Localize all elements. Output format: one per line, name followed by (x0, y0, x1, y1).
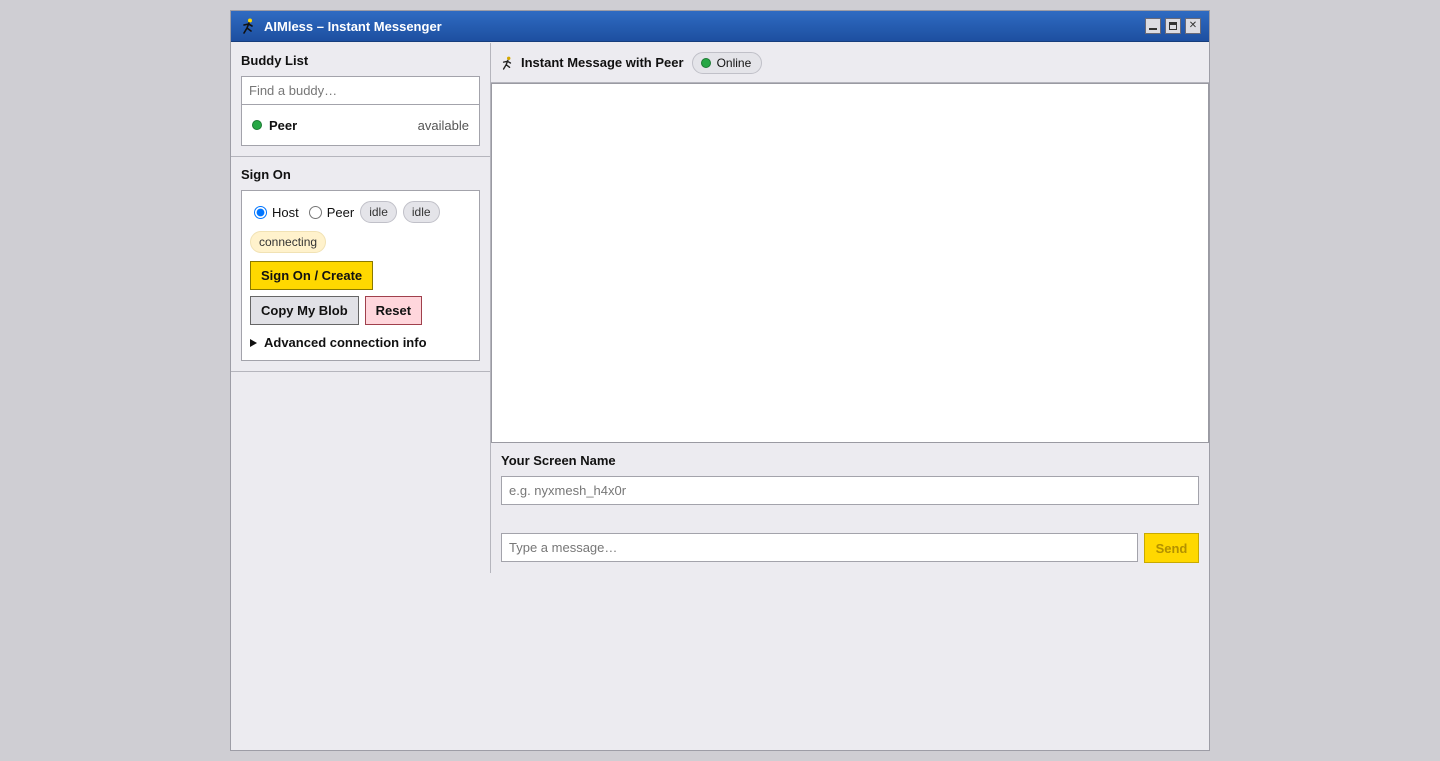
close-icon[interactable]: ✕ (1185, 18, 1201, 34)
role-host-label: Host (272, 204, 299, 220)
buddy-list: Peer available (241, 105, 480, 146)
sign-on-button[interactable]: Sign On / Create (250, 261, 374, 290)
chat-panel: Instant Message with Peer Online Your Sc… (491, 43, 1209, 573)
buddy-list-heading: Buddy List (241, 53, 309, 68)
online-status-icon (252, 120, 262, 130)
chat-header: Instant Message with Peer Online (491, 43, 1209, 83)
message-input[interactable] (501, 533, 1138, 562)
sign-on-heading: Sign On (241, 167, 291, 182)
buddy-item-peer[interactable]: Peer available (242, 105, 479, 145)
status-badge: idle (402, 201, 440, 223)
buddy-status: available (417, 117, 469, 133)
sidebar: Buddy List Peer available Sign On (231, 43, 491, 573)
title-bar[interactable]: AIMless – Instant Messenger ✕ (231, 11, 1209, 42)
advanced-connection-label: Advanced connection info (264, 335, 427, 350)
presence-badge: Online (691, 51, 763, 74)
running-man-icon (501, 56, 513, 70)
advanced-connection-toggle[interactable]: Advanced connection info (250, 335, 471, 350)
role-peer-label: Peer (326, 204, 355, 220)
role-peer-radio[interactable] (308, 205, 322, 219)
window-controls: ✕ (1145, 18, 1201, 34)
status-badge: idle (360, 201, 397, 223)
minimize-icon[interactable] (1145, 18, 1161, 34)
presence-label: Online (716, 55, 752, 70)
sign-on-row: Sign On / Create (250, 261, 471, 290)
buddy-search-input[interactable] (241, 76, 480, 105)
action-row: Copy My Blob Reset (250, 296, 471, 325)
role-row: Host Peer idle idle (254, 201, 471, 223)
online-status-icon (700, 57, 711, 68)
running-man-logo-icon (241, 18, 255, 34)
messenger-window: AIMless – Instant Messenger ✕ Buddy List… (230, 10, 1210, 751)
maximize-icon[interactable] (1165, 18, 1181, 34)
connection-status-badge: connecting (250, 231, 327, 253)
reset-button[interactable]: Reset (364, 296, 423, 325)
role-host-radio[interactable] (254, 205, 267, 219)
chat-title: Instant Message with Peer (521, 55, 684, 70)
send-row: Send (501, 533, 1199, 563)
window-title: AIMless – Instant Messenger (264, 18, 442, 34)
screen-name-label: Your Screen Name (501, 453, 616, 468)
window-body: Buddy List Peer available Sign On (231, 43, 1209, 750)
role-host-option[interactable]: Host (254, 205, 299, 220)
send-button[interactable]: Send (1144, 533, 1199, 563)
sign-on-panel: Host Peer idle idle connecting Sign On / (241, 190, 480, 361)
buddy-name: Peer (269, 117, 298, 133)
sign-on-section: Sign On Host Peer idle idle connecting S… (231, 157, 490, 372)
role-peer-option[interactable]: Peer (308, 204, 355, 220)
compose-area: Your Screen Name Send (501, 453, 1199, 563)
buddy-list-section: Buddy List Peer available (231, 43, 490, 157)
screen-name-input[interactable] (501, 476, 1199, 505)
connection-row: connecting (250, 231, 471, 253)
copy-blob-button[interactable]: Copy My Blob (250, 296, 359, 325)
disclosure-triangle-icon (250, 338, 257, 347)
message-log[interactable] (491, 83, 1209, 443)
